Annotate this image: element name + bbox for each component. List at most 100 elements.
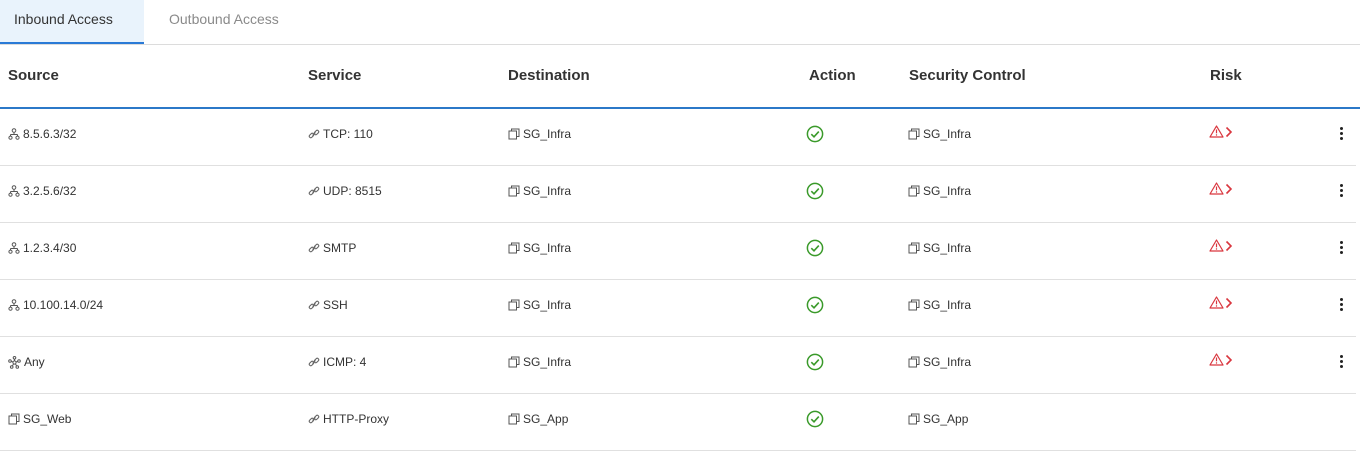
service-cell-text: SSH <box>323 298 348 312</box>
table-row[interactable]: SG_Web HTTP-Proxy SG_App SG_App <box>0 393 1356 451</box>
risk-indicator[interactable] <box>1209 182 1233 195</box>
any-icon <box>8 355 24 369</box>
chevron-right-icon <box>1225 240 1233 252</box>
column-header-destination[interactable]: Destination <box>508 45 590 107</box>
check-circle-icon <box>806 182 824 205</box>
network-icon <box>8 128 23 140</box>
source-cell-text: Any <box>24 355 45 369</box>
security-control-cell: SG_Infra <box>908 336 971 388</box>
service-cell: ICMP: 4 <box>308 336 366 388</box>
chevron-right-icon <box>1225 126 1233 138</box>
service-icon <box>308 299 323 311</box>
network-icon <box>8 185 23 197</box>
service-cell-text: UDP: 8515 <box>323 184 382 198</box>
table-row[interactable]: 3.2.5.6/32 UDP: 8515 SG_Infra SG_Infra <box>0 165 1356 223</box>
service-cell-text: ICMP: 4 <box>323 355 367 369</box>
warning-icon <box>1209 296 1224 309</box>
source-cell-text: 10.100.14.0/24 <box>23 298 104 312</box>
security-control-cell: SG_Infra <box>908 108 971 160</box>
row-menu-kebab-icon[interactable] <box>1334 296 1348 316</box>
destination-cell: SG_Infra <box>508 279 571 331</box>
destination-cell: SG_App <box>508 393 568 445</box>
security-group-icon <box>508 356 523 368</box>
service-cell: UDP: 8515 <box>308 165 382 217</box>
source-cell: Any <box>8 336 45 388</box>
destination-cell: SG_Infra <box>508 165 571 217</box>
network-icon <box>8 299 23 311</box>
security-control-cell-text: SG_Infra <box>923 298 972 312</box>
security-group-icon <box>908 242 923 254</box>
service-icon <box>308 185 323 197</box>
chevron-right-icon <box>1225 354 1233 366</box>
chevron-right-icon <box>1225 183 1233 195</box>
warning-icon <box>1209 353 1224 366</box>
security-control-cell: SG_App <box>908 393 968 445</box>
warning-icon <box>1209 182 1224 195</box>
service-cell: TCP: 110 <box>308 108 373 160</box>
security-group-icon <box>508 185 523 197</box>
source-cell: 8.5.6.3/32 <box>8 108 76 160</box>
service-cell-text: TCP: 110 <box>323 127 373 141</box>
security-group-icon <box>908 185 923 197</box>
warning-icon <box>1209 125 1224 138</box>
destination-cell-text: SG_App <box>523 412 569 426</box>
table-row[interactable]: 8.5.6.3/32 TCP: 110 SG_Infra SG_Infra <box>0 108 1356 166</box>
security-group-icon <box>908 413 923 425</box>
source-cell: 1.2.3.4/30 <box>8 222 76 274</box>
security-group-icon <box>508 242 523 254</box>
security-control-cell-text: SG_Infra <box>923 127 972 141</box>
service-cell-text: HTTP-Proxy <box>323 412 389 426</box>
chevron-right-icon <box>1225 297 1233 309</box>
table-row[interactable]: Any ICMP: 4 SG_Infra SG_Infra <box>0 336 1356 394</box>
security-control-cell-text: SG_Infra <box>923 355 972 369</box>
column-header-action[interactable]: Action <box>809 45 856 107</box>
security-control-cell: SG_Infra <box>908 165 971 217</box>
destination-cell: SG_Infra <box>508 222 571 274</box>
table-header: Source Service Destination Action Securi… <box>0 45 1360 109</box>
column-header-security-control[interactable]: Security Control <box>909 45 1026 107</box>
source-cell: 3.2.5.6/32 <box>8 165 76 217</box>
risk-indicator[interactable] <box>1209 353 1233 366</box>
column-header-source[interactable]: Source <box>8 45 59 107</box>
check-circle-icon <box>806 296 824 319</box>
security-group-icon <box>508 413 523 425</box>
source-cell: 10.100.14.0/24 <box>8 279 103 331</box>
table-row[interactable]: 10.100.14.0/24 SSH SG_Infra SG_Infra <box>0 279 1356 337</box>
security-group-icon <box>508 128 523 140</box>
service-cell: SSH <box>308 279 348 331</box>
warning-icon <box>1209 239 1224 252</box>
security-control-cell: SG_Infra <box>908 222 971 274</box>
row-menu-kebab-icon[interactable] <box>1334 182 1348 202</box>
risk-indicator[interactable] <box>1209 296 1233 309</box>
row-menu-kebab-icon[interactable] <box>1334 125 1348 145</box>
tab-inbound-access[interactable]: Inbound Access <box>0 0 144 44</box>
destination-cell-text: SG_Infra <box>523 355 572 369</box>
risk-indicator[interactable] <box>1209 125 1233 138</box>
row-menu-kebab-icon[interactable] <box>1334 239 1348 259</box>
security-control-cell-text: SG_Infra <box>923 184 972 198</box>
risk-indicator[interactable] <box>1209 239 1233 252</box>
service-icon <box>308 413 323 425</box>
service-cell-text: SMTP <box>323 241 357 255</box>
source-cell-text: 3.2.5.6/32 <box>23 184 77 198</box>
column-header-service[interactable]: Service <box>308 45 361 107</box>
service-icon <box>308 242 323 254</box>
security-control-cell: SG_Infra <box>908 279 971 331</box>
column-header-risk[interactable]: Risk <box>1210 45 1242 107</box>
security-group-icon <box>908 299 923 311</box>
check-circle-icon <box>806 239 824 262</box>
security-group-icon <box>508 299 523 311</box>
security-group-icon <box>908 356 923 368</box>
service-cell: HTTP-Proxy <box>308 393 389 445</box>
source-cell: SG_Web <box>8 393 71 445</box>
source-cell-text: 1.2.3.4/30 <box>23 241 77 255</box>
service-icon <box>308 128 323 140</box>
table-row[interactable]: 1.2.3.4/30 SMTP SG_Infra SG_Infra <box>0 222 1356 280</box>
check-circle-icon <box>806 353 824 376</box>
security-group-icon <box>908 128 923 140</box>
check-circle-icon <box>806 410 824 433</box>
tab-bar: Inbound Access Outbound Access <box>0 0 1360 45</box>
row-menu-kebab-icon[interactable] <box>1334 353 1348 373</box>
tab-outbound-access[interactable]: Outbound Access <box>144 0 304 43</box>
source-cell-text: 8.5.6.3/32 <box>23 127 77 141</box>
